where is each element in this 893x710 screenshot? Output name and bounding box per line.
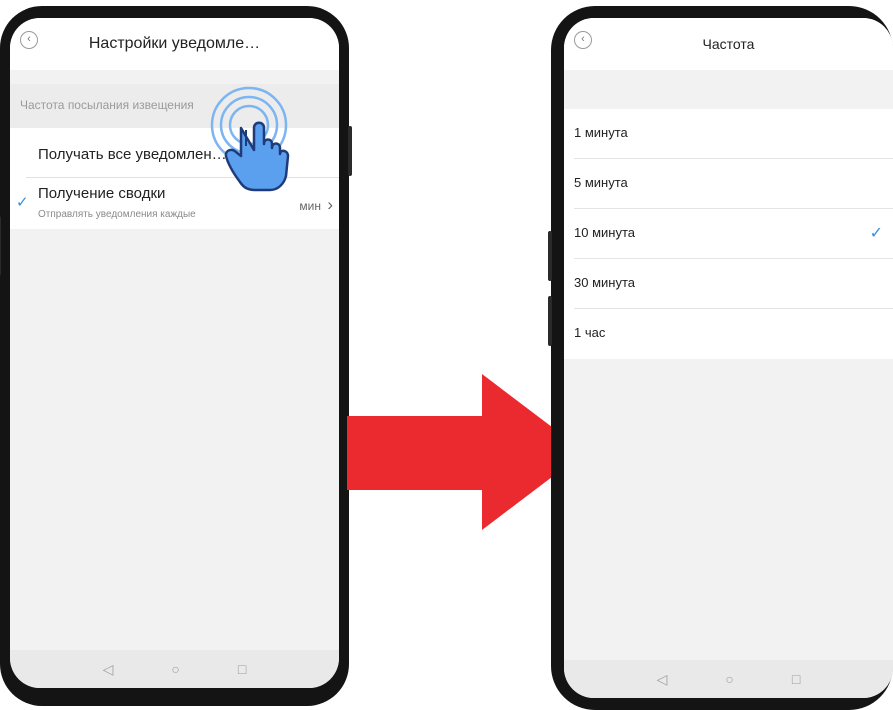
nav-bar: ◁ ○ □: [564, 660, 893, 698]
right-phone: ‹ Частота 1 минута 5 минута 10 минута ✓ 30 м…: [548, 6, 893, 710]
back-icon[interactable]: ‹: [20, 31, 38, 49]
frequency-option-label: 1 час: [574, 325, 606, 340]
header: ‹ Частота: [564, 18, 893, 70]
check-icon: ✓: [869, 225, 883, 242]
nav-home-icon[interactable]: ○: [725, 671, 733, 687]
nav-back-icon[interactable]: ◁: [103, 661, 114, 678]
frequency-option-label: 1 минута: [574, 125, 628, 140]
tap-hand-icon: [210, 86, 290, 192]
side-button: [548, 231, 552, 281]
side-button: [548, 296, 552, 346]
frequency-option-label: 10 минута: [574, 225, 635, 240]
receive-all-option[interactable]: Получать все уведомлен…: [38, 146, 227, 163]
nav-recent-icon[interactable]: □: [238, 661, 246, 677]
nav-back-icon[interactable]: ◁: [657, 671, 668, 688]
section-label: Частота посылания извещения: [20, 98, 194, 112]
frequency-option-label: 5 минута: [574, 175, 628, 190]
page-title: Частота: [702, 36, 755, 52]
frequency-option[interactable]: 1 час: [564, 309, 893, 359]
side-button: [348, 126, 352, 176]
summary-value[interactable]: мин ›: [299, 195, 333, 215]
frequency-option[interactable]: 30 минута: [564, 259, 893, 309]
page-title: Настройки уведомле…: [88, 35, 261, 52]
nav-recent-icon[interactable]: □: [792, 671, 800, 687]
header: ‹ Настройки уведомле…: [10, 18, 339, 70]
summary-option[interactable]: Получение сводки: [38, 185, 165, 202]
right-screen: ‹ Частота 1 минута 5 минута 10 минута ✓ 30 м…: [564, 18, 893, 698]
chevron-right-icon: ›: [327, 195, 333, 214]
frequency-option[interactable]: 1 минута: [564, 109, 893, 159]
nav-bar: ◁ ○ □: [10, 650, 339, 688]
frequency-option-label: 30 минута: [574, 275, 635, 290]
frequency-list: 1 минута 5 минута 10 минута ✓ 30 минута 1 час: [564, 109, 893, 359]
frequency-option[interactable]: 5 минута: [564, 159, 893, 209]
back-icon[interactable]: ‹: [574, 31, 592, 49]
nav-home-icon[interactable]: ○: [171, 661, 179, 677]
summary-subtitle: Отправлять уведомления каждые: [38, 209, 196, 220]
summary-value-text: мин: [299, 199, 321, 213]
side-button: [0, 216, 1, 276]
check-icon: ✓: [16, 194, 29, 211]
frequency-option[interactable]: 10 минута ✓: [564, 209, 893, 259]
